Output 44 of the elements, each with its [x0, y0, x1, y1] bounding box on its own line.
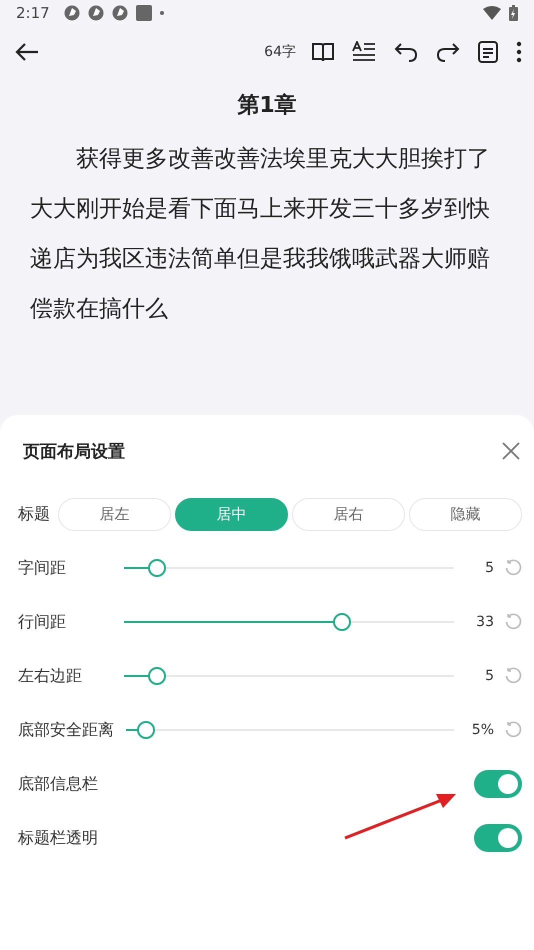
slider-track[interactable] — [124, 667, 454, 685]
slider-label: 底部安全距离 — [18, 720, 114, 740]
chapter-title: 第1章 — [236, 92, 298, 120]
chapter-text: 获得更多改善改善法埃里克大大胆挨打了大大刚开始是看下面马上来开发三十多岁到快递店为我区违法简单但是我我饿哦武器大师赔偿款在搞什么 — [29, 145, 491, 324]
more-icon[interactable] — [514, 39, 524, 65]
slider-thumb[interactable] — [136, 721, 155, 739]
slider-value: 5 — [484, 668, 494, 684]
slider-label: 行间距 — [18, 612, 67, 632]
battery-icon — [509, 5, 518, 21]
reset-icon[interactable] — [504, 721, 522, 739]
word-count: 64字 — [264, 43, 296, 61]
sheet-title: 页面布局设置 — [23, 440, 125, 462]
reset-icon[interactable] — [504, 559, 522, 577]
toggle-switch[interactable] — [474, 770, 522, 798]
slider-value: 5% — [470, 722, 494, 738]
status-time: 2:17 — [16, 4, 50, 22]
aperture-icon — [112, 5, 128, 21]
close-button[interactable] — [500, 440, 522, 462]
square-icon — [136, 5, 152, 21]
slider-thumb[interactable] — [148, 667, 166, 685]
book-icon[interactable] — [310, 40, 336, 64]
slider-thumb[interactable] — [332, 613, 351, 631]
dot-icon — [160, 11, 164, 15]
slider-value: 33 — [475, 614, 494, 630]
toggle-switch[interactable] — [474, 824, 522, 852]
slider-label: 字间距 — [18, 558, 67, 578]
title-align-label: 标题 — [18, 504, 51, 524]
switch-label: 标题栏透明 — [18, 828, 99, 848]
align-tab[interactable]: 隐藏 — [409, 498, 522, 530]
slider-track[interactable] — [126, 721, 454, 739]
align-tab[interactable]: 居左 — [58, 498, 171, 530]
slider-track[interactable] — [124, 559, 454, 577]
aperture-icon — [88, 5, 104, 21]
aperture-icon — [64, 5, 80, 21]
align-tab[interactable]: 居右 — [292, 498, 405, 530]
slider-track[interactable] — [124, 613, 454, 631]
slider-thumb[interactable] — [148, 559, 166, 577]
wifi-icon — [483, 6, 501, 20]
switch-label: 底部信息栏 — [18, 774, 99, 794]
reset-icon[interactable] — [504, 613, 522, 631]
slider-value: 5 — [484, 560, 494, 576]
slider-label: 左右边距 — [18, 666, 83, 686]
note-icon[interactable] — [476, 39, 500, 65]
reset-icon[interactable] — [504, 667, 522, 685]
